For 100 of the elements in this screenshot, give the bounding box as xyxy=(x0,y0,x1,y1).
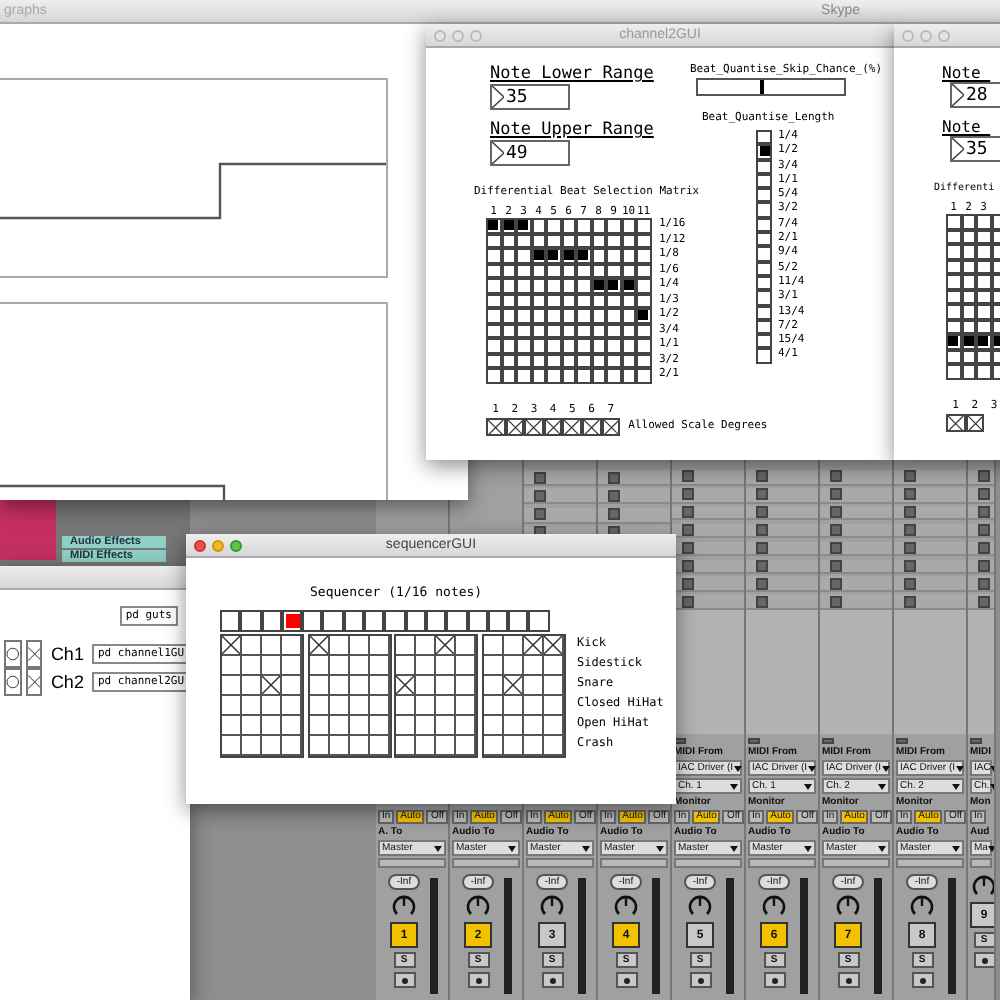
matrix-cell[interactable] xyxy=(591,263,606,278)
matrix-cell[interactable] xyxy=(976,259,991,274)
matrix-cell[interactable] xyxy=(976,304,991,319)
routing-field[interactable] xyxy=(378,858,446,868)
routing-field[interactable] xyxy=(526,858,594,868)
matrix-cell[interactable] xyxy=(621,353,636,368)
step-cell[interactable] xyxy=(483,636,503,656)
matrix-cell[interactable] xyxy=(961,259,976,274)
toggle[interactable] xyxy=(581,417,602,437)
step-cell[interactable] xyxy=(369,716,389,736)
matrix-cell[interactable] xyxy=(621,278,636,293)
step-cell[interactable] xyxy=(456,736,476,756)
matrix-cell[interactable] xyxy=(591,368,606,383)
matrix-cell[interactable] xyxy=(516,323,531,338)
toggle[interactable] xyxy=(25,640,43,668)
pan-knob[interactable] xyxy=(972,874,994,898)
step-cell[interactable] xyxy=(543,736,563,756)
matrix-cell[interactable] xyxy=(561,248,576,263)
matrix-cell[interactable] xyxy=(516,338,531,353)
matrix-cell[interactable] xyxy=(606,278,621,293)
matrix-cell[interactable] xyxy=(561,278,576,293)
step-cell[interactable] xyxy=(483,656,503,676)
step-cell[interactable] xyxy=(222,636,242,656)
matrix-cell[interactable] xyxy=(516,308,531,323)
matrix-cell[interactable] xyxy=(621,323,636,338)
step-cell[interactable] xyxy=(282,636,302,656)
step-cell[interactable] xyxy=(543,676,563,696)
step-cell[interactable] xyxy=(349,716,369,736)
step-cell[interactable] xyxy=(262,696,282,716)
matrix-cell[interactable] xyxy=(546,218,561,233)
matrix-cell[interactable] xyxy=(946,229,961,244)
step-cell[interactable] xyxy=(436,656,456,676)
matrix-cell[interactable] xyxy=(606,338,621,353)
step-cell[interactable] xyxy=(503,676,523,696)
toggle[interactable] xyxy=(562,417,582,437)
step-cell[interactable] xyxy=(222,656,242,676)
step-cell[interactable] xyxy=(309,736,329,756)
step-cell[interactable] xyxy=(369,636,389,656)
step-cell[interactable] xyxy=(242,736,262,756)
step-cell[interactable] xyxy=(262,636,282,656)
record-arm-button[interactable] xyxy=(541,972,563,988)
step-cell[interactable] xyxy=(456,656,476,676)
matrix-cell[interactable] xyxy=(961,319,976,334)
routing-field[interactable] xyxy=(674,858,742,868)
matrix-cell[interactable] xyxy=(561,293,576,308)
step-cell[interactable] xyxy=(416,656,436,676)
matrix-cell[interactable] xyxy=(976,364,991,379)
matrix-cell[interactable] xyxy=(576,293,591,308)
matrix-cell[interactable] xyxy=(501,353,516,368)
matrix-cell[interactable] xyxy=(501,308,516,323)
number-box[interactable]: 35 xyxy=(490,84,570,110)
matrix-cell[interactable] xyxy=(606,323,621,338)
matrix-cell[interactable] xyxy=(961,214,976,229)
matrix-cell[interactable] xyxy=(976,214,991,229)
matrix-cell[interactable] xyxy=(961,289,976,304)
toggle[interactable] xyxy=(965,413,985,433)
matrix-cell[interactable] xyxy=(501,233,516,248)
step-cell[interactable] xyxy=(503,696,523,716)
matrix-cell[interactable] xyxy=(591,218,606,233)
matrix-cell[interactable] xyxy=(946,244,961,259)
step-cell[interactable] xyxy=(523,676,543,696)
matrix-cell[interactable] xyxy=(546,248,561,263)
step-cell[interactable] xyxy=(242,716,262,736)
matrix-cell[interactable] xyxy=(546,308,561,323)
step-cell[interactable] xyxy=(329,716,349,736)
matrix-cell[interactable] xyxy=(591,278,606,293)
step-cell[interactable] xyxy=(329,736,349,756)
radio-cell[interactable] xyxy=(756,246,772,262)
matrix-cell[interactable] xyxy=(961,229,976,244)
matrix-cell[interactable] xyxy=(561,308,576,323)
matrix-cell[interactable] xyxy=(546,263,561,278)
step-cell[interactable] xyxy=(349,696,369,716)
step-cell[interactable] xyxy=(396,736,416,756)
matrix-cell[interactable] xyxy=(591,338,606,353)
matrix-cell[interactable] xyxy=(606,368,621,383)
step-cell[interactable] xyxy=(262,736,282,756)
radio-cell[interactable] xyxy=(756,159,772,174)
step-cell[interactable] xyxy=(456,676,476,696)
step-cell[interactable] xyxy=(483,676,503,696)
matrix-cell[interactable] xyxy=(606,218,621,233)
matrix-cell[interactable] xyxy=(546,233,561,248)
step-cell[interactable] xyxy=(523,656,543,676)
step-cell[interactable] xyxy=(483,736,503,756)
matrix-cell[interactable] xyxy=(546,293,561,308)
step-cell[interactable] xyxy=(436,636,456,656)
matrix-cell[interactable] xyxy=(546,353,561,368)
matrix-cell[interactable] xyxy=(576,263,591,278)
matrix-cell[interactable] xyxy=(576,368,591,383)
routing-field[interactable] xyxy=(822,858,890,868)
matrix-cell[interactable] xyxy=(531,218,546,233)
toggle[interactable] xyxy=(524,417,544,437)
step-cell[interactable] xyxy=(416,716,436,736)
matrix-cell[interactable] xyxy=(561,263,576,278)
record-arm-button[interactable] xyxy=(615,972,637,988)
matrix-cell[interactable] xyxy=(621,248,636,263)
matrix-cell[interactable] xyxy=(501,338,516,353)
radio-cell[interactable] xyxy=(756,334,772,349)
matrix-cell[interactable] xyxy=(946,259,961,274)
step-cell[interactable] xyxy=(349,656,369,676)
toggle[interactable] xyxy=(601,417,621,437)
